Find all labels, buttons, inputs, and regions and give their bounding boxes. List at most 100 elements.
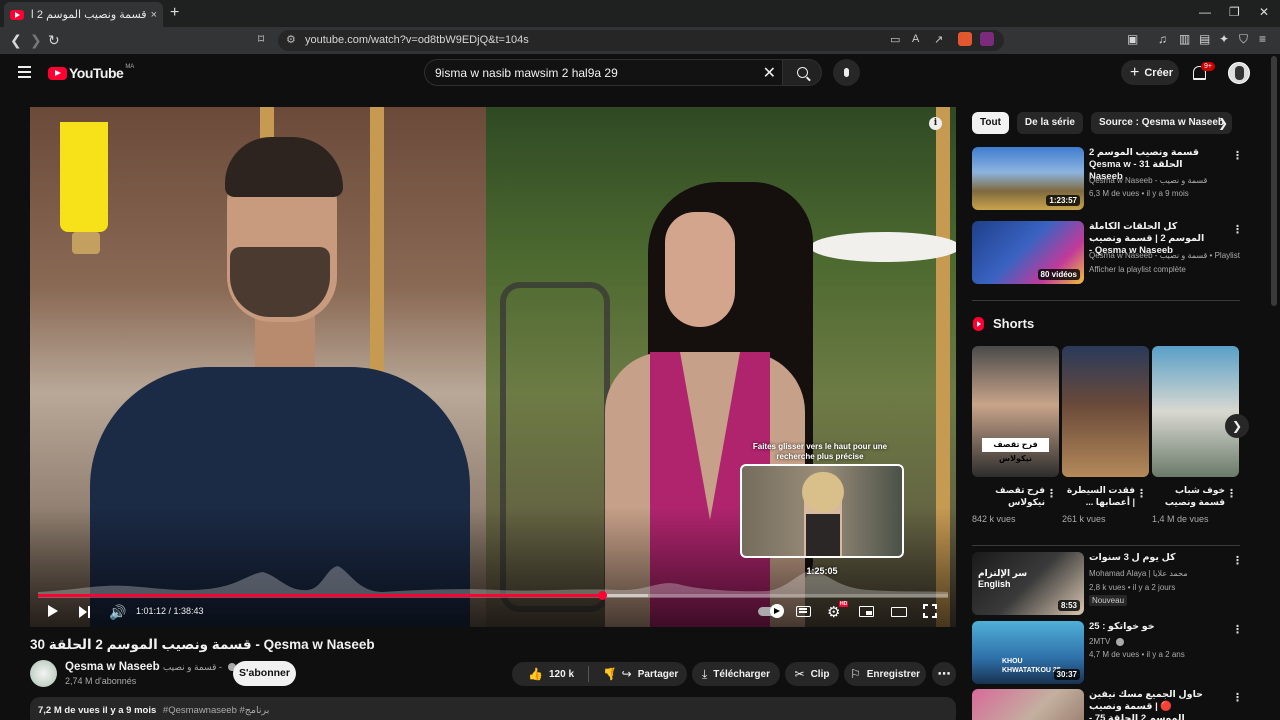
youtube-logo[interactable]: YouTube MA [48, 64, 134, 81]
video-duration: 30:37 [1053, 669, 1080, 680]
brave-shield-icon[interactable] [958, 32, 972, 46]
rewards-icon[interactable] [980, 32, 994, 46]
theater-mode-icon[interactable] [891, 607, 907, 617]
section-divider [972, 300, 1240, 301]
short-menu-icon[interactable]: ⋮ [1046, 487, 1057, 500]
search-input[interactable]: 9isma w nasib mawsim 2 hal9a 29 ✕ [424, 59, 784, 86]
wallet-icon[interactable]: ▤ [1199, 32, 1210, 46]
tab-title: قسمة ونصيب الموسم 2 الحـ (1213) [30, 9, 147, 21]
rec-menu-icon[interactable]: ⋮ [1232, 223, 1243, 236]
rec-channel[interactable]: Mohamad Alaya | محمد علايا [1089, 569, 1188, 578]
subtitles-icon[interactable] [796, 606, 811, 617]
next-video-icon[interactable] [79, 606, 91, 618]
play-icon[interactable] [48, 605, 58, 617]
sidebar-toggle-icon[interactable]: ▥ [1179, 32, 1190, 46]
progress-bar[interactable] [38, 591, 948, 600]
back-icon[interactable]: ❮ [10, 32, 22, 49]
rec-channel[interactable]: 2MTV [1089, 637, 1124, 646]
subscribe-button[interactable]: S'abonner [233, 661, 296, 686]
chip-all[interactable]: Tout [972, 112, 1009, 134]
rec-title[interactable]: خو خواتكو : 25 [1089, 621, 1209, 633]
like-count[interactable]: 120 k [549, 669, 574, 680]
verified-icon [1115, 637, 1124, 646]
video-thumbnail[interactable] [972, 689, 1084, 720]
restore-button[interactable]: ❐ [1229, 5, 1240, 19]
share-page-icon[interactable]: ↗ [934, 33, 943, 46]
video-thumbnail[interactable]: KHOU KHWATATKOU 25 30:37 [972, 621, 1084, 684]
video-thumbnail[interactable]: سر الإلتزام English 8:53 [972, 552, 1084, 615]
short-item[interactable]: خوف شباب قسمة ونصيب على ذدى 1,4 M de vue… [1152, 346, 1239, 524]
volume-icon[interactable]: 🔊 [109, 604, 126, 620]
minimize-button[interactable]: — [1199, 5, 1211, 19]
new-tab-button[interactable]: + [170, 4, 179, 22]
reload-icon[interactable]: ↻ [48, 32, 60, 49]
menu-icon[interactable]: ≡ [1259, 32, 1266, 46]
clear-search-icon[interactable]: ✕ [763, 63, 776, 83]
guide-menu-icon[interactable] [18, 66, 31, 78]
miniplayer-icon[interactable] [859, 606, 874, 617]
address-bar[interactable]: ⚙ youtube.com/watch?v=od8tbW9EDjQ&t=104s… [278, 30, 1004, 51]
tab-close-icon[interactable]: × [151, 9, 157, 21]
page-scrollbar[interactable] [1271, 56, 1277, 306]
fullscreen-icon[interactable] [923, 604, 937, 618]
extension-icon[interactable]: ▣ [1127, 32, 1138, 46]
video-player[interactable]: i Faites glisser vers le haut pour une r… [30, 107, 956, 627]
rec-menu-icon[interactable]: ⋮ [1232, 623, 1243, 636]
bookmark-icon[interactable]: ⌑ [258, 32, 264, 46]
rec-meta: 4,7 M de vues • il y a 2 ans [1089, 650, 1185, 659]
rec-channel[interactable]: Qesma w Naseeb - قسمة و نصيب [1089, 176, 1207, 185]
rec-channel[interactable]: Qesma w Naseeb - قسمة و نصيب • Playlist [1089, 251, 1240, 260]
chips-next-icon[interactable]: ❯ [1218, 116, 1228, 130]
rec-title[interactable]: حاول الجميع مسك نيفين 🔴 | قسمة ونصيب الم… [1089, 689, 1209, 720]
close-window-button[interactable]: ✕ [1259, 5, 1269, 19]
short-thumbnail[interactable] [1152, 346, 1239, 477]
short-thumbnail[interactable] [1062, 346, 1149, 477]
rec-menu-icon[interactable]: ⋮ [1232, 554, 1243, 567]
channel-name[interactable]: Qesma w Naseeb قسمة و نصيب - [65, 661, 237, 673]
like-icon[interactable]: 👍 [528, 667, 543, 681]
vpn-icon[interactable]: ⛉ [1239, 32, 1248, 47]
shorts-label: Shorts [993, 316, 1035, 331]
shorts-next-icon[interactable]: ❯ [1225, 414, 1249, 438]
leo-ai-icon[interactable]: ✦ [1219, 32, 1229, 46]
share-button[interactable]: ↪ Partager [613, 662, 687, 686]
microphone-icon [844, 68, 849, 77]
hashtags[interactable]: #Qesmawnaseeb #برنامج [163, 705, 270, 716]
chip-series[interactable]: De la série [1016, 112, 1083, 134]
browser-tab[interactable]: قسمة ونصيب الموسم 2 الحـ (1213) × [4, 2, 163, 27]
download-label: Télécharger [713, 668, 770, 680]
video-info-icon[interactable]: i [929, 117, 942, 130]
translate-icon[interactable]: A [912, 33, 919, 45]
video-thumbnail[interactable]: 1:23:57 [972, 147, 1084, 210]
playlist-link[interactable]: Afficher la playlist complète [1089, 265, 1186, 274]
account-avatar[interactable] [1228, 62, 1250, 84]
short-menu-icon[interactable]: ⋮ [1226, 487, 1237, 500]
short-item[interactable]: فرح تقصف نيكولاس فرح تقصف نيكولاس وتكشف.… [972, 346, 1059, 524]
download-button[interactable]: ⤓ Télécharger [692, 662, 780, 686]
short-thumbnail[interactable]: فرح تقصف نيكولاس [972, 346, 1059, 477]
search-query[interactable]: 9isma w nasib mawsim 2 hal9a 29 [435, 66, 618, 80]
more-actions-button[interactable]: ⋯ [932, 662, 956, 686]
cast-icon[interactable]: ▭ [890, 33, 900, 46]
rec-title[interactable]: كل يوم ل 3 سنوات [1089, 552, 1209, 564]
clip-button[interactable]: ✂ Clip [785, 662, 839, 686]
short-item[interactable]: فقدت السيطرة | أعصابها ... 261 k vues ⋮ [1062, 346, 1149, 524]
chip-source[interactable]: Source : Qesma w Naseeb [1090, 112, 1233, 134]
autoplay-toggle[interactable] [758, 604, 784, 618]
short-views: 261 k vues [1062, 514, 1106, 524]
description-box[interactable]: 7,2 M de vues il y a 9 mois #Qesmawnasee… [30, 697, 956, 720]
media-icon[interactable]: ♫ [1158, 32, 1167, 46]
short-menu-icon[interactable]: ⋮ [1136, 487, 1147, 500]
create-button[interactable]: + Créer [1121, 60, 1179, 85]
url-text[interactable]: youtube.com/watch?v=od8tbW9EDjQ&t=104s [305, 34, 529, 46]
rec-menu-icon[interactable]: ⋮ [1232, 691, 1243, 704]
rec-meta: 6,3 M de vues • il y a 9 mois [1089, 189, 1189, 198]
playlist-thumbnail[interactable]: 80 vidéos [972, 221, 1084, 284]
rec-menu-icon[interactable]: ⋮ [1232, 149, 1243, 162]
forward-icon[interactable]: ❯ [30, 32, 42, 49]
voice-search-button[interactable] [833, 59, 860, 86]
save-button[interactable]: ⚐ Enregistrer [844, 662, 926, 686]
channel-avatar[interactable] [30, 660, 57, 687]
search-button[interactable] [782, 59, 822, 86]
site-info-icon[interactable]: ⚙ [286, 33, 296, 46]
